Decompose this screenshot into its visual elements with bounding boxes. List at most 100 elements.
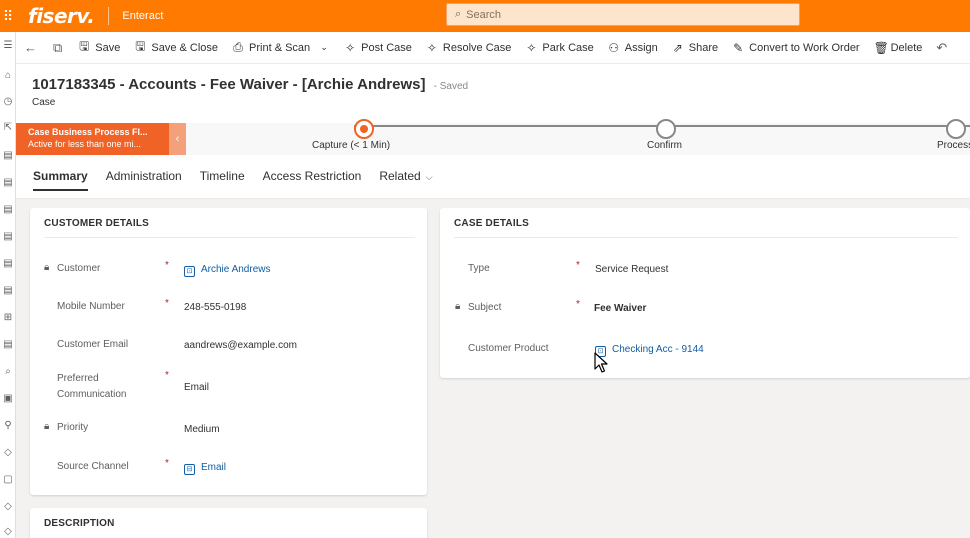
nav-entity-icon[interactable]: ▤ xyxy=(0,204,16,215)
process-name: Case Business Process Fl... xyxy=(28,127,148,137)
lock-icon: 🔒︎ xyxy=(455,301,461,312)
case-details-section: CASE DETAILS Type * Service Request 🔒︎ S… xyxy=(440,208,970,378)
mobile-number-value[interactable]: 248-555-0198 xyxy=(184,301,246,315)
delete-icon: 🗑 xyxy=(873,40,889,55)
stage-capture[interactable] xyxy=(354,119,374,139)
more-commands-icon[interactable]: ↶ xyxy=(936,40,947,56)
save-status: - Saved xyxy=(433,81,469,92)
mouse-cursor-icon xyxy=(594,352,608,373)
chevron-left-icon[interactable]: ‹ xyxy=(169,123,186,155)
search-icon: ⌕ xyxy=(455,8,462,20)
search-input[interactable]: ⌕ Search xyxy=(446,3,800,26)
chevron-down-icon[interactable]: ⌄ xyxy=(318,42,330,53)
command-bar: ← ⧉ 🖫 Save 🖫 Save & Close ⎙ Print & Scan… xyxy=(16,32,970,64)
preferred-communication-value[interactable]: Email xyxy=(184,381,209,395)
nav-entity-icon[interactable]: ◇ xyxy=(0,447,16,458)
print-icon: ⎙ xyxy=(233,40,243,54)
required-indicator: * xyxy=(165,370,169,381)
delete-button[interactable]: 🗑 Delete xyxy=(874,41,923,55)
field-priority: 🔒︎ Priority Medium xyxy=(44,421,220,437)
nav-entity-icon[interactable]: ▣ xyxy=(0,393,16,404)
nav-entity-icon[interactable]: ◇ xyxy=(0,501,16,512)
required-indicator: * xyxy=(165,260,169,271)
post-case-button[interactable]: ✧ Post Case xyxy=(344,41,412,55)
back-icon[interactable]: ← xyxy=(24,40,37,55)
form-tabs: Summary Administration Timeline Access R… xyxy=(16,155,970,199)
search-placeholder: Search xyxy=(466,8,502,21)
required-indicator: * xyxy=(576,299,580,310)
nav-entity-icon[interactable]: ▢ xyxy=(0,474,16,485)
pinned-icon[interactable]: ⇱ xyxy=(0,122,16,133)
field-customer-product: Customer Product ⊡ Checking Acc - 9144 xyxy=(468,343,704,357)
customer-details-section: CUSTOMER DETAILS 🔒︎ Customer * ⊡ Archie A… xyxy=(30,208,427,495)
customer-lookup-value[interactable]: ⊡ Archie Andrews xyxy=(184,263,270,277)
assign-button[interactable]: ⚇ Assign xyxy=(608,40,657,55)
tab-related[interactable]: Related ⌵ xyxy=(379,155,432,199)
type-value[interactable]: Service Request xyxy=(595,263,668,277)
field-mobile-number: Mobile Number * 248-555-0198 xyxy=(57,298,247,315)
save-and-close-button[interactable]: 🖫 Save & Close xyxy=(134,37,218,58)
contact-icon: ⊡ xyxy=(184,266,195,277)
left-nav-rail: ☰ ⌂ ◷ ⇱ ▤ ▤ ▤ ▤ ▤ ▤ ⊞ ▤ ⌕ ▣ ⚲ ◇ ▢ ◇ ◇ xyxy=(0,32,16,538)
nav-entity-icon[interactable]: ▤ xyxy=(0,231,16,242)
nav-entity-icon[interactable]: ▤ xyxy=(0,285,16,296)
print-scan-button[interactable]: ⎙ Print & Scan ⌄ xyxy=(232,40,330,55)
resolve-case-icon: ✧ xyxy=(426,40,437,55)
entity-name: Case xyxy=(32,97,56,108)
field-subject: 🔒︎ Subject * Fee Waiver xyxy=(455,299,647,316)
tab-timeline[interactable]: Timeline xyxy=(200,155,245,199)
field-customer: 🔒︎ Customer * ⊡ Archie Andrews xyxy=(44,260,271,277)
section-title: CASE DETAILS xyxy=(454,218,529,229)
recent-icon[interactable]: ◷ xyxy=(0,96,16,107)
convert-to-work-order-button[interactable]: ✎ Convert to Work Order xyxy=(732,41,859,55)
subject-value[interactable]: Fee Waiver xyxy=(594,302,646,316)
section-divider xyxy=(454,237,958,238)
nav-entity-icon[interactable]: ▤ xyxy=(0,150,16,161)
required-indicator: * xyxy=(165,458,169,469)
nav-entity-icon[interactable]: ▤ xyxy=(0,339,16,350)
lock-icon: 🔒︎ xyxy=(44,262,50,273)
nav-entity-icon[interactable]: ▤ xyxy=(0,177,16,188)
nav-search-icon[interactable]: ⌕ xyxy=(0,366,16,377)
customer-product-lookup-value[interactable]: ⊡ Checking Acc - 9144 xyxy=(595,343,704,357)
home-icon[interactable]: ⌂ xyxy=(0,70,16,81)
required-indicator: * xyxy=(165,298,169,309)
stage-confirm[interactable] xyxy=(656,119,676,139)
nav-entity-icon[interactable]: ▤ xyxy=(0,258,16,269)
nav-entity-icon[interactable]: ⚲ xyxy=(0,420,16,431)
page-title: 1017183345 - Accounts - Fee Waiver - [Ar… xyxy=(32,76,469,93)
save-close-icon: 🖫 xyxy=(135,39,146,53)
menu-icon[interactable]: ☰ xyxy=(0,40,16,51)
resolve-case-button[interactable]: ✧ Resolve Case xyxy=(426,40,512,55)
save-button[interactable]: 🖫 Save xyxy=(78,37,120,58)
park-case-icon: ✧ xyxy=(526,40,537,55)
priority-value[interactable]: Medium xyxy=(184,423,220,437)
top-bar: ⠿ fiserv. Enteract ⌕ Search xyxy=(0,0,970,32)
description-section: DESCRIPTION xyxy=(30,508,427,538)
business-process-flow: Case Business Process Fl... Active for l… xyxy=(16,119,970,155)
channel-icon: ⊟ xyxy=(184,464,195,475)
tab-access-restriction[interactable]: Access Restriction xyxy=(263,155,362,199)
nav-entity-icon[interactable]: ⊞ xyxy=(0,312,16,323)
app-name[interactable]: Enteract xyxy=(122,10,163,22)
stage-label-capture: Capture (< 1 Min) xyxy=(312,140,391,151)
save-icon: 🖫 xyxy=(79,39,90,53)
tab-administration[interactable]: Administration xyxy=(106,155,182,199)
stage-label-confirm: Confirm xyxy=(647,140,683,151)
field-type: Type * Service Request xyxy=(468,260,669,277)
stage-process[interactable] xyxy=(946,119,966,139)
open-new-window-icon[interactable]: ⧉ xyxy=(53,40,62,56)
app-launcher-icon[interactable]: ⠿ xyxy=(0,0,16,32)
section-title: CUSTOMER DETAILS xyxy=(44,218,150,229)
process-flag[interactable]: Case Business Process Fl... Active for l… xyxy=(16,123,169,155)
field-source-channel: Source Channel * ⊟ Email xyxy=(57,458,227,475)
record-header: 1017183345 - Accounts - Fee Waiver - [Ar… xyxy=(16,64,970,123)
customer-email-value[interactable]: aandrews@example.com xyxy=(184,339,297,353)
park-case-button[interactable]: ✧ Park Case xyxy=(525,41,593,55)
chevron-down-icon: ⌵ xyxy=(425,171,433,182)
nav-entity-icon[interactable]: ◇ xyxy=(0,526,16,537)
tab-summary[interactable]: Summary xyxy=(33,155,88,199)
share-button[interactable]: ⇗ Share xyxy=(672,41,718,55)
source-channel-lookup-value[interactable]: ⊟ Email xyxy=(184,461,226,475)
assign-icon: ⚇ xyxy=(608,40,620,55)
